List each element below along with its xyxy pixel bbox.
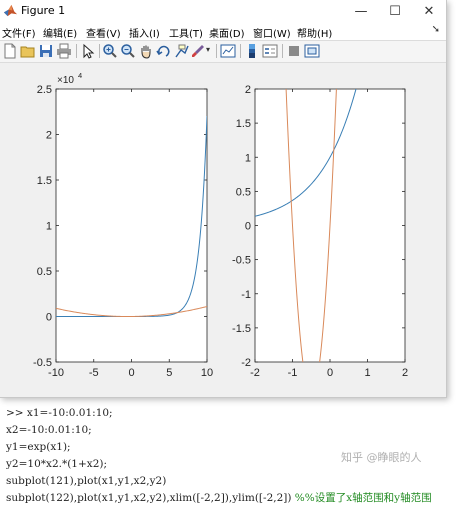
axes-box [55,88,208,363]
menu-view[interactable]: 查看(V) [86,25,121,40]
toolbar-separator [99,44,100,58]
y-tick-label: 1.5 [236,118,251,130]
menu-window[interactable]: 窗口(W) [253,25,291,40]
figure-canvas[interactable]: -1 0 -5 0 5 10 -0.5 0 0.5 1 1.5 2 2.5 ×10 4 -2 -1 0 1 2 -2 -1… [0,62,446,397]
insert-legend-icon[interactable] [262,43,278,59]
save-icon[interactable] [38,43,54,59]
zoom-out-icon[interactable] [120,43,136,59]
toolbar-separator [282,44,283,58]
pan-hand-icon[interactable] [138,43,154,59]
window-title: Figure 1 [21,4,66,17]
figure-toolbar: ▾ [0,40,446,63]
y-tick-label: -1.5 [232,323,251,335]
console-line: subplot(121),plot(x1,y1,x2,y2) [6,475,167,487]
menu-insert[interactable]: 插入(I) [129,25,160,40]
toolbar-separator [240,44,241,58]
insert-colorbar-icon[interactable] [244,43,260,59]
select-arrow-icon[interactable] [80,43,96,59]
y-tick-label: -2 [241,357,251,369]
close-icon: ✕ [423,3,435,19]
y-tick-label: 1 [46,221,52,233]
y-tick-label: 1.5 [37,175,52,187]
y-tick-label: -1 [241,289,251,301]
x-tick-label: 0 [128,367,134,379]
brush-dropdown-icon[interactable]: ▾ [206,45,210,54]
minimize-button[interactable]: — [344,0,378,22]
figure-window: Figure 1 — ☐ ✕ 文件(F) 编辑(E) 查看(V) 插入(I) 工… [0,0,447,398]
x-tick-label: -5 [89,367,99,379]
hide-plot-tools-icon[interactable] [286,43,302,59]
x-tick-label: -1 [288,367,298,379]
y-tick-label: 2.5 [37,84,52,96]
menu-desktop[interactable]: 桌面(D) [209,25,245,40]
console-line: >> x1=-10:0.01:10; [6,407,113,419]
title-bar[interactable]: Figure 1 — ☐ ✕ [0,0,446,22]
x-tick-label: 0 [327,367,333,379]
link-plot-icon[interactable] [220,43,236,59]
y-tick-label: 2 [245,84,251,96]
rotate-3d-icon[interactable] [156,43,172,59]
menu-tools[interactable]: 工具(T) [169,25,203,40]
y-tick-label: -0.5 [33,357,52,369]
watermark-text: 知乎 @睁眼的人 [341,451,422,464]
x-tick-label: 2 [402,367,408,379]
menu-help[interactable]: 帮助(H) [297,25,332,40]
y-tick-label: 1 [245,152,251,164]
menu-dock-arrow-icon[interactable]: ➘ [432,24,440,35]
y-tick-label: 0 [245,221,251,233]
maximize-icon: ☐ [389,3,401,19]
y-tick-label: 2 [46,130,52,142]
print-icon[interactable] [56,43,72,59]
y-exponent-power: 4 [78,71,82,80]
x-tick-label: -2 [250,367,260,379]
data-cursor-icon[interactable] [174,43,190,59]
console-line: subplot(122),plot(x1,y1,x2,y2),xlim([-2,… [6,492,432,504]
show-plot-tools-icon[interactable] [304,43,320,59]
minimize-icon: — [354,3,368,19]
x-tick-label: 1 [364,367,370,379]
y-tick-label: 0.5 [37,266,52,278]
console-line: x2=-10:0.01:10; [6,424,92,436]
menu-bar: 文件(F) 编辑(E) 查看(V) 插入(I) 工具(T) 桌面(D) 窗口(W… [0,22,446,40]
x-tick-label: 5 [166,367,172,379]
toolbar-separator [76,44,77,58]
maximize-button[interactable]: ☐ [378,0,412,22]
toolbar-separator [216,44,217,58]
open-icon[interactable] [20,43,36,59]
y-tick-label: 0.5 [236,186,251,198]
y-exponent-label: ×10 [57,75,74,86]
new-figure-icon[interactable] [2,43,18,59]
zoom-in-icon[interactable] [102,43,118,59]
menu-edit[interactable]: 编辑(E) [43,25,77,40]
brush-icon[interactable] [190,43,206,59]
y-tick-label: 0 [46,312,52,324]
matlab-logo-icon [3,4,18,17]
axes-1[interactable]: -10 -5 0 5 10-0.500.511.522.5×10 4 [33,71,213,379]
menu-file[interactable]: 文件(F) [2,25,36,40]
close-button[interactable]: ✕ [412,0,446,22]
x-tick-label: 10 [201,367,213,379]
y-tick-label: -0.5 [232,255,251,267]
axes-2[interactable]: -2 -1 0 1 2 -2 -1.5 -1 -0.5 0 0.5 1 1.5 2 [232,62,408,396]
